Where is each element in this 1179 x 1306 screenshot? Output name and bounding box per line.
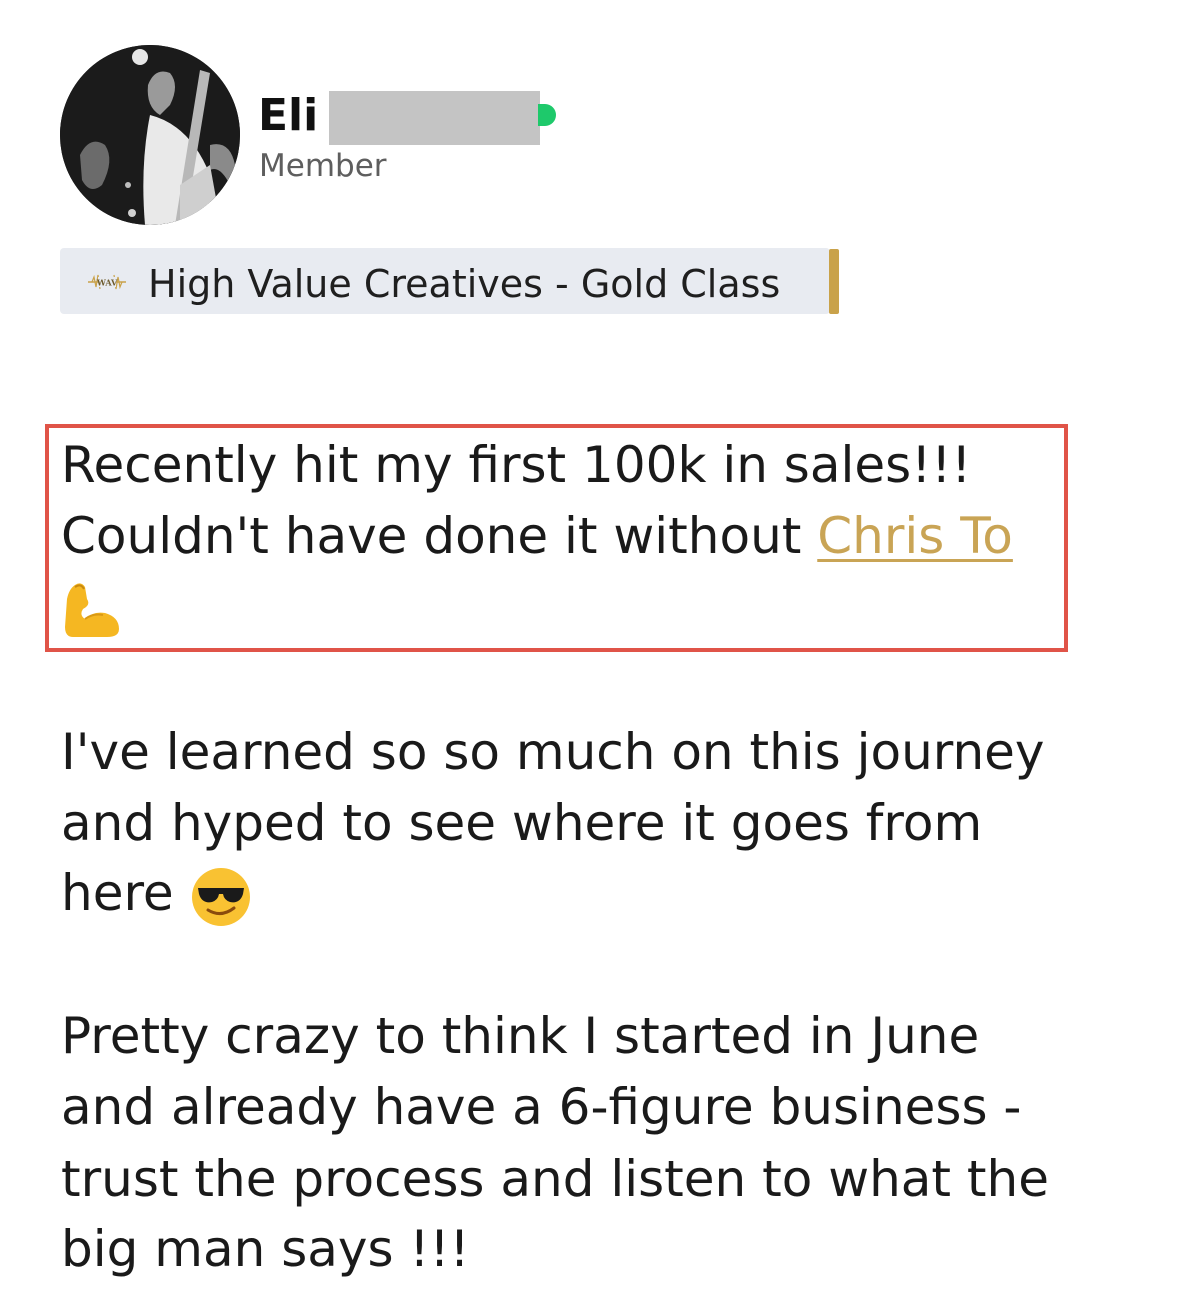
gold-class-accent-bar: [829, 249, 839, 314]
post-line-p2-2: and hyped to see where it goes from: [61, 794, 983, 852]
flexed-biceps-emoji: [61, 579, 123, 639]
post-line-p3-4: big man says !!!: [61, 1220, 470, 1278]
post-line-p2-3-text: here: [61, 864, 174, 922]
post-line-p3-2: and already have a 6-figure business -: [61, 1078, 1022, 1136]
wav-logo-icon: WAV: [86, 268, 128, 296]
post-line-p3-3: trust the process and listen to what the: [61, 1150, 1049, 1208]
group-name[interactable]: High Value Creatives - Gold Class: [148, 260, 780, 308]
redacted-surname: [329, 91, 540, 145]
post-line-highlight-2: Couldn't have done it without Chris To: [61, 505, 1013, 567]
post-line-highlight-1: Recently hit my first 100k in sales!!!: [61, 436, 972, 494]
post-line-highlight-3: [61, 574, 123, 639]
online-status-indicator: [538, 104, 556, 126]
sunglasses-face-emoji: [190, 866, 252, 928]
post-line-p3-1: Pretty crazy to think I started in June: [61, 1007, 980, 1065]
mention-link[interactable]: Chris To: [817, 507, 1013, 565]
wav-logo-text: WAV: [96, 278, 118, 288]
post-line-p2-3: here: [61, 862, 252, 928]
post-line-p2-1: I've learned so so much on this journey: [61, 723, 1045, 781]
author-role: Member: [259, 148, 387, 184]
avatar[interactable]: [60, 45, 240, 225]
post-line-highlight-2-text: Couldn't have done it without: [61, 507, 818, 565]
author-name[interactable]: Eli: [258, 88, 318, 144]
